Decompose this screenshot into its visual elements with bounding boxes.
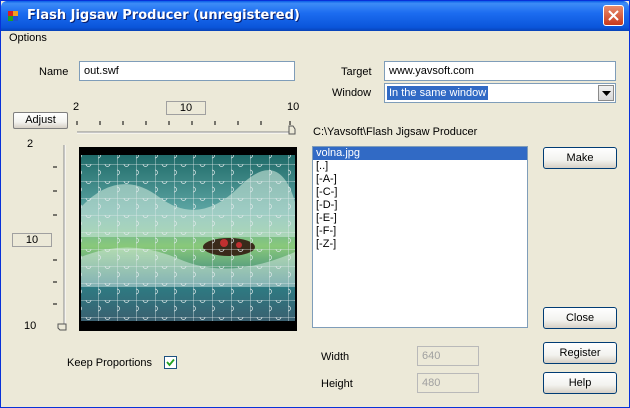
keep-proportions-checkbox[interactable] (164, 356, 177, 369)
hslider-value: 10 (166, 101, 206, 115)
chevron-down-icon (602, 91, 611, 96)
preview-picture (79, 147, 297, 331)
keep-proportions-label: Keep Proportions (67, 357, 152, 369)
height-label: Height (321, 378, 353, 390)
window-title: Flash Jigsaw Producer (unregistered) (27, 8, 300, 23)
hslider-max-label: 10 (287, 101, 300, 113)
register-button[interactable]: Register (543, 342, 617, 364)
name-label: Name (39, 66, 69, 78)
title-bar[interactable]: Flash Jigsaw Producer (unregistered) (1, 1, 629, 31)
list-item[interactable]: [..] (313, 160, 527, 173)
name-input[interactable]: out.swf (79, 61, 295, 81)
list-item[interactable]: [-E-] (313, 212, 527, 225)
width-input[interactable]: 640 (417, 346, 479, 366)
list-item[interactable]: [-C-] (313, 186, 527, 199)
target-input[interactable]: www.yavsoft.com (384, 61, 616, 81)
make-button[interactable]: Make (543, 147, 617, 169)
folder-path: C:\Yavsoft\Flash Jigsaw Producer (313, 126, 478, 138)
dropdown-button[interactable] (598, 85, 614, 101)
close-icon (608, 10, 619, 21)
window-label: Window (332, 87, 372, 99)
app-icon (7, 10, 19, 22)
list-item[interactable]: [-A-] (313, 173, 527, 186)
file-list[interactable]: volna.jpg [..] [-A-] [-C-] [-D-] [-E-] [… (312, 146, 528, 328)
vertical-pieces-slider[interactable]: 2 10 10 (12, 138, 71, 336)
menu-bar: Options (1, 31, 629, 47)
target-label: Target (341, 66, 372, 78)
width-label: Width (321, 351, 350, 363)
menu-options[interactable]: Options (9, 32, 47, 44)
app-window: Flash Jigsaw Producer (unregistered) Opt… (0, 0, 630, 408)
hslider-min-label: 2 (73, 101, 80, 113)
adjust-button[interactable]: Adjust (13, 112, 68, 129)
jigsaw-preview-image (79, 147, 297, 331)
list-item[interactable]: volna.jpg (313, 147, 527, 160)
window-select[interactable]: In the same window (384, 83, 616, 103)
horizontal-pieces-slider[interactable]: 2 10 10 (73, 101, 300, 137)
hslider-track (76, 121, 296, 135)
list-item[interactable]: [-D-] (313, 199, 527, 212)
checkmark-icon (166, 358, 175, 367)
close-button[interactable]: Close (543, 307, 617, 329)
close-window-button[interactable] (603, 5, 624, 26)
vslider-track (53, 145, 67, 331)
window-select-value: In the same window (387, 86, 489, 100)
height-input[interactable]: 480 (417, 373, 479, 393)
list-item[interactable]: [-F-] (313, 225, 527, 238)
help-button[interactable]: Help (543, 372, 617, 394)
list-item[interactable]: [-Z-] (313, 238, 527, 251)
